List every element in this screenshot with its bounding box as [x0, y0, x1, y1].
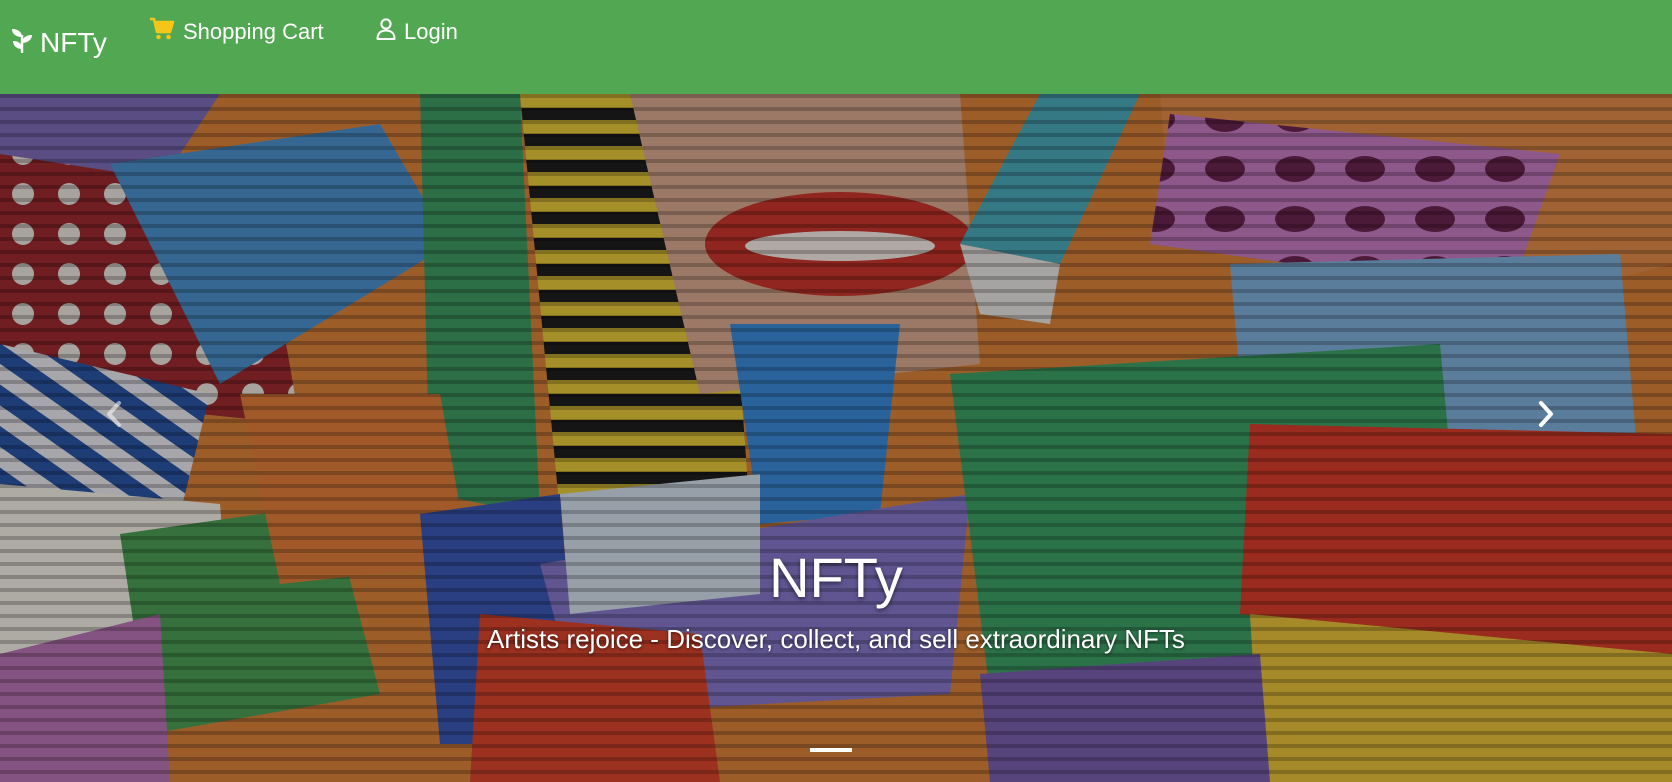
- carousel-caption: NFTy Artists rejoice - Discover, collect…: [0, 546, 1672, 656]
- chevron-left-icon: [104, 400, 124, 433]
- brand-label: NFTy: [40, 27, 107, 58]
- carousel-indicator-active[interactable]: [810, 748, 852, 752]
- shopping-cart-label: Shopping Cart: [183, 19, 324, 44]
- hero-carousel: NFTy Artists rejoice - Discover, collect…: [0, 94, 1672, 782]
- login-link[interactable]: Login: [376, 16, 458, 48]
- shopping-cart-icon: [149, 17, 175, 47]
- leaf-sprout-icon: [10, 28, 34, 59]
- slide-subtitle: Artists rejoice - Discover, collect, and…: [487, 624, 1185, 654]
- login-label: Login: [404, 19, 458, 44]
- carousel-next-button[interactable]: [1526, 398, 1566, 434]
- carousel-prev-button[interactable]: [94, 398, 134, 434]
- shopping-cart-link[interactable]: Shopping Cart: [149, 16, 324, 48]
- navbar: NFTy Shopping Cart Login: [0, 0, 1672, 94]
- image-overlay: [0, 94, 1672, 782]
- slide-title: NFTy: [769, 546, 903, 609]
- chevron-right-icon: [1536, 400, 1556, 433]
- brand-link[interactable]: NFTy: [10, 26, 107, 60]
- user-icon: [376, 18, 396, 46]
